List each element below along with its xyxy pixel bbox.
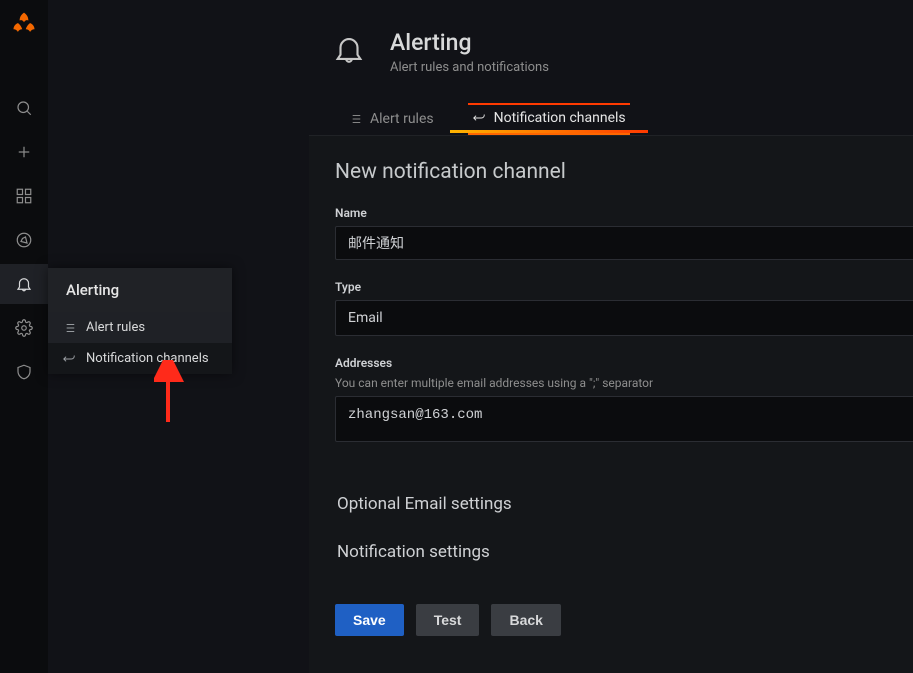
type-value: Email [348,310,383,326]
nav-alerting-icon[interactable] [0,264,48,304]
addresses-help: You can enter multiple email addresses u… [335,376,913,390]
save-button[interactable]: Save [335,604,404,636]
nav-admin-icon[interactable] [0,352,48,392]
tab-label: Notification channels [494,110,626,126]
nav-explore-icon[interactable] [0,220,48,260]
share-icon [472,111,486,125]
page-header: Alerting Alert rules and notifications [48,0,913,75]
test-button[interactable]: Test [416,604,480,636]
page-title: Alerting [390,30,549,56]
tab-notification-channels[interactable]: Notification channels [468,103,630,135]
type-label: Type [335,280,913,294]
tab-alert-rules[interactable]: Alert rules [344,103,438,135]
flyout-item-notification-channels[interactable]: Notification channels [48,343,232,374]
flyout-item-label: Notification channels [86,351,209,366]
flyout-title: Alerting [48,268,232,312]
list-icon [348,112,362,126]
nav-config-icon[interactable] [0,308,48,348]
name-input[interactable] [335,226,913,260]
tabs: Alert rules Notification channels [344,103,913,135]
bell-icon [330,30,368,68]
name-label: Name [335,206,913,220]
tab-label: Alert rules [370,111,434,127]
back-button[interactable]: Back [491,604,560,636]
optional-email-settings-toggle[interactable]: Optional Email settings › [335,480,913,528]
flyout-item-alert-rules[interactable]: Alert rules [48,312,232,343]
list-icon [62,321,76,335]
grafana-logo[interactable] [10,10,38,38]
share-icon [62,352,76,366]
type-select[interactable]: Email ⌄ [335,300,913,336]
nav-create-icon[interactable] [0,132,48,172]
addresses-label: Addresses [335,356,913,370]
section-title: Notification settings [337,542,490,562]
nav-rail [0,0,48,673]
notification-settings-toggle[interactable]: Notification settings › [335,528,913,576]
alerting-flyout: Alerting Alert rules Notification channe… [48,268,232,374]
form-title: New notification channel [335,160,913,184]
nav-dashboards-icon[interactable] [0,176,48,216]
addresses-input[interactable] [335,396,913,442]
form-card: New notification channel Name Type Email… [309,135,913,673]
section-title: Optional Email settings [337,494,512,514]
nav-search-icon[interactable] [0,88,48,128]
flyout-item-label: Alert rules [86,320,145,335]
page-subtitle: Alert rules and notifications [390,60,549,75]
